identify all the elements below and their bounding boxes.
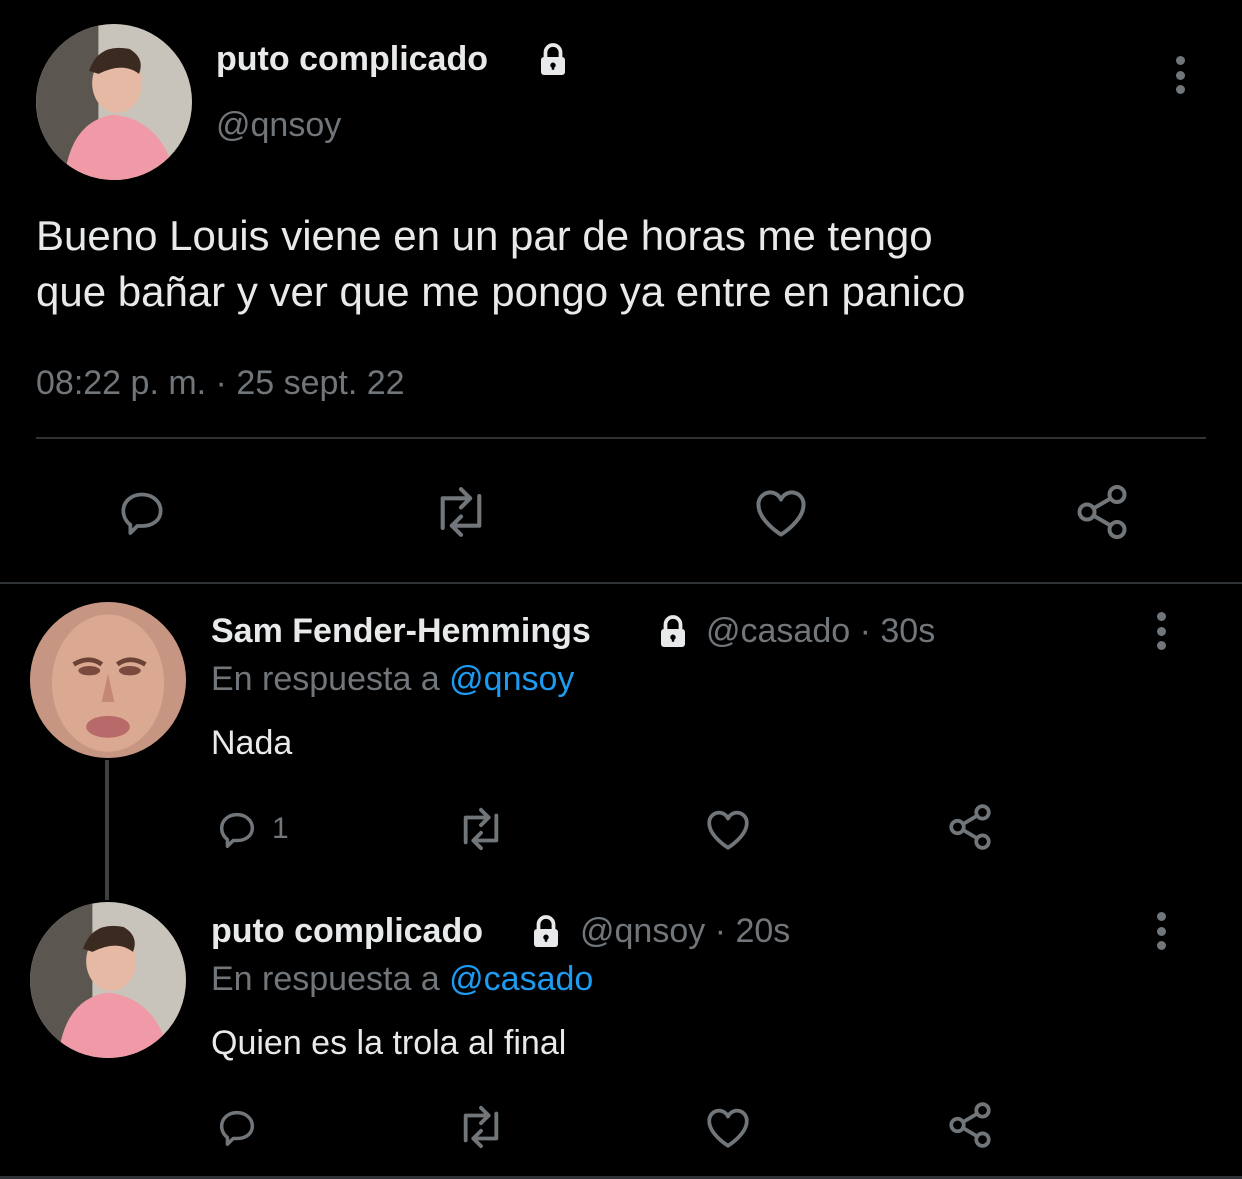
mention-link[interactable]: @casado	[449, 960, 593, 998]
reply-count: 1	[272, 812, 289, 845]
divider	[36, 437, 1206, 439]
display-name[interactable]: puto complicado	[216, 40, 488, 79]
thread-line	[105, 760, 109, 900]
share-icon[interactable]	[945, 1100, 995, 1150]
reply-prefix: En respuesta a	[211, 660, 440, 698]
display-name[interactable]: Sam Fender-Hemmings	[211, 612, 591, 651]
section-divider	[0, 582, 1242, 584]
tweet-text: Nada	[211, 724, 293, 762]
avatar[interactable]	[30, 602, 186, 758]
timestamp[interactable]: 08:22 p. m. · 25 sept. 22	[36, 364, 405, 403]
retweet-icon[interactable]	[429, 484, 493, 540]
handle[interactable]: @qnsoy	[580, 912, 705, 950]
reply-icon[interactable]	[214, 1104, 260, 1150]
tweet-text: Bueno Louis viene en un par de horas me …	[36, 208, 965, 320]
handle-time: @casado · 30s	[706, 612, 935, 651]
reply-icon[interactable]	[114, 484, 170, 540]
display-name[interactable]: puto complicado	[211, 912, 483, 951]
handle[interactable]: @qnsoy	[216, 106, 341, 145]
lock-icon	[655, 614, 691, 655]
reply-context: En respuesta a @casado	[211, 960, 593, 999]
lock-icon	[535, 42, 571, 83]
lock-icon	[528, 914, 564, 955]
more-options-icon[interactable]	[1155, 912, 1167, 950]
retweet-icon[interactable]	[454, 806, 508, 852]
mention-link[interactable]: @qnsoy	[449, 660, 574, 698]
reply-prefix: En respuesta a	[211, 960, 440, 998]
handle[interactable]: @casado	[706, 612, 850, 650]
retweet-icon[interactable]	[454, 1104, 508, 1150]
like-icon[interactable]	[703, 1104, 753, 1150]
reply-context: En respuesta a @qnsoy	[211, 660, 574, 699]
more-options-icon[interactable]	[1174, 56, 1186, 94]
more-options-icon[interactable]	[1155, 612, 1167, 650]
avatar[interactable]	[30, 902, 186, 1058]
tweet-text-line: que bañar y ver que me pongo ya entre en…	[36, 268, 966, 315]
avatar[interactable]	[36, 24, 192, 180]
tweet-text-line: Bueno Louis viene en un par de horas me …	[36, 212, 933, 259]
handle-time: @qnsoy · 20s	[580, 912, 790, 951]
reply-icon[interactable]	[214, 806, 260, 852]
time[interactable]: · 30s	[860, 612, 936, 650]
like-icon[interactable]	[703, 806, 753, 852]
tweet-text: Quien es la trola al final	[211, 1024, 567, 1062]
share-icon[interactable]	[945, 802, 995, 852]
share-icon[interactable]	[1072, 482, 1132, 542]
time[interactable]: · 20s	[715, 912, 791, 950]
like-icon[interactable]	[751, 484, 811, 540]
